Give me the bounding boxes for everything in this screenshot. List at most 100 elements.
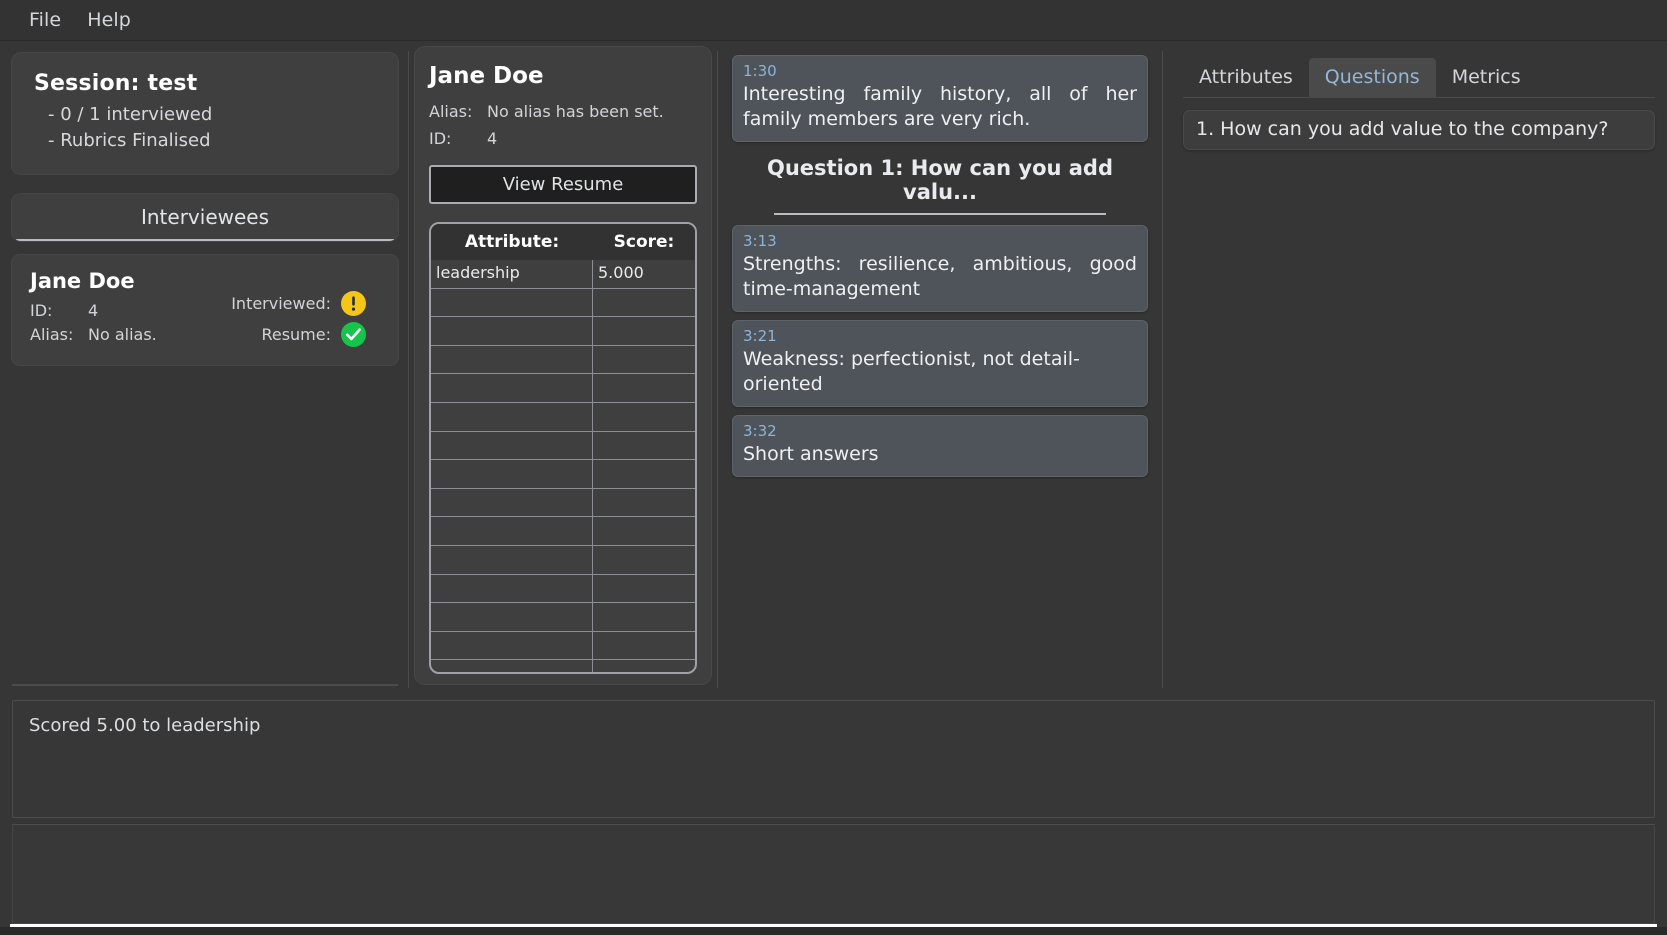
table-row-empty[interactable] [431,545,695,575]
cell-score [593,460,695,488]
session-title: Session: test [34,71,198,96]
table-row[interactable]: leadership 5.000 [431,260,695,289]
log-message: Scored 5.00 to leadership [29,715,261,736]
cell-attribute [431,431,593,460]
table-row-empty[interactable] [431,288,695,318]
table-row-empty[interactable] [431,660,695,672]
cell-score [593,517,695,545]
interviewee-status-group: Interviewed: Resume: [231,269,380,347]
interviewee-alias-value: No alias. [88,325,157,344]
table-row-empty[interactable] [431,460,695,489]
table-row-empty[interactable] [431,317,695,346]
side-panel: Attributes Questions Metrics 1. How can … [1169,47,1663,692]
table-row-empty[interactable] [431,574,695,604]
cell-score [593,432,695,460]
panel-columns: Session: test - 0 / 1 interviewed - Rubr… [0,41,1667,692]
candidate-id-value: 4 [487,129,498,148]
interviewees-header: Interviewees [12,194,398,239]
attribute-score-table: Attribute: Score: leadership 5.000 [429,222,697,674]
tab-strip: Attributes Questions Metrics [1183,55,1655,98]
transcript-entry[interactable]: 3:32 Short answers [732,415,1148,477]
cell-attribute [431,317,593,345]
table-row-empty[interactable] [431,488,695,518]
table-row-empty[interactable] [431,431,695,461]
cell-score [593,575,695,603]
session-rubrics-status: - Rubrics Finalised [48,130,211,151]
table-row-empty[interactable] [431,374,695,403]
candidate-alias-label: Alias: [429,102,473,121]
table-row-empty[interactable] [431,345,695,375]
log-panel: Scored 5.00 to leadership [12,700,1655,818]
bottom-strip [0,927,1667,935]
cell-attribute [431,603,593,631]
cell-score [593,632,695,660]
cell-score: 5.000 [598,263,644,282]
cell-attribute: leadership [431,260,593,288]
cell-score [593,546,695,574]
menu-bar: File Help [0,0,1667,41]
column-header-score: Score: [613,232,675,252]
cell-score [593,489,695,517]
candidate-alias-value: No alias has been set. [487,102,664,121]
list-item[interactable]: Jane Doe ID: 4 Alias: No alias. Intervie… [12,255,398,365]
candidate-alias: Alias: No alias has been set. [429,99,697,124]
table-row-empty[interactable] [431,402,695,432]
candidate-id: ID: 4 [429,126,697,151]
application-window: File Help Session: test - 0 / 1 intervie… [0,0,1667,935]
cell-attribute [431,288,593,317]
status-bar [12,824,1655,924]
tab-questions[interactable]: Questions [1308,58,1436,97]
transcript-entry[interactable]: 3:13 Strengths: resilience, ambitious, g… [732,225,1148,312]
interviewee-id: ID: 4 [30,299,157,323]
table-row-empty[interactable] [431,517,695,546]
interviewee-alias: Alias: No alias. [30,323,157,347]
transcript-entry[interactable]: 3:21 Weakness: perfectionist, not detail… [732,320,1148,407]
menu-item-file[interactable]: File [16,6,74,34]
transcript-panel: 1:30 Interesting family history, all of … [724,47,1156,692]
table-header-row: Attribute: Score: [431,224,695,260]
question-section-header: Question 1: How can you add valu... [732,156,1148,215]
warning-icon [341,291,366,316]
interviewed-label: Interviewed: [231,294,331,313]
tab-metrics[interactable]: Metrics [1436,58,1537,97]
session-card: Session: test - 0 / 1 interviewed - Rubr… [12,53,398,174]
cell-score [593,660,695,672]
cell-score [593,346,695,374]
cell-score [593,374,695,402]
resume-label: Resume: [261,325,331,344]
transcript-text: Interesting family history, all of her f… [743,83,1137,130]
tab-panel-questions: 1. How can you add value to the company? [1183,98,1655,150]
cell-attribute [431,517,593,545]
cell-attribute [431,460,593,488]
transcript-timestamp: 1:30 [743,62,777,80]
transcript-timestamp: 3:32 [743,422,777,440]
session-panel-bottom-divider [12,684,398,686]
cell-score [593,603,695,631]
interviewed-status: Interviewed: [231,291,366,316]
panel-divider-1 [408,51,409,688]
cell-attribute [431,374,593,402]
menu-item-help[interactable]: Help [74,6,144,34]
transcript-entry[interactable]: 1:30 Interesting family history, all of … [732,55,1148,142]
interviewee-list: Jane Doe ID: 4 Alias: No alias. Intervie… [12,255,398,525]
check-icon [341,322,366,347]
transcript-text: Weakness: perfectionist, not detail-orie… [743,348,1080,395]
cell-attribute [431,574,593,603]
table-row-empty[interactable] [431,603,695,632]
cell-score [593,317,695,345]
interviewee-alias-label: Alias: [30,325,74,344]
cell-attribute [431,631,593,660]
main-body: Session: test - 0 / 1 interviewed - Rubr… [0,41,1667,935]
cell-score [593,289,695,317]
table-row-empty[interactable] [431,631,695,661]
candidate-name: Jane Doe [429,63,544,89]
transcript-text: Strengths: resilience, ambitious, good t… [743,253,1137,300]
candidate-detail-panel: Jane Doe Alias: No alias has been set. I… [415,47,711,684]
view-resume-button[interactable]: View Resume [429,165,697,204]
tab-attributes[interactable]: Attributes [1183,58,1309,97]
question-section-divider [774,213,1106,215]
session-interviewed-count: - 0 / 1 interviewed [48,104,213,125]
session-panel: Session: test - 0 / 1 interviewed - Rubr… [4,47,402,692]
table-body: leadership 5.000 [431,260,695,672]
list-item[interactable]: 1. How can you add value to the company? [1183,110,1655,150]
